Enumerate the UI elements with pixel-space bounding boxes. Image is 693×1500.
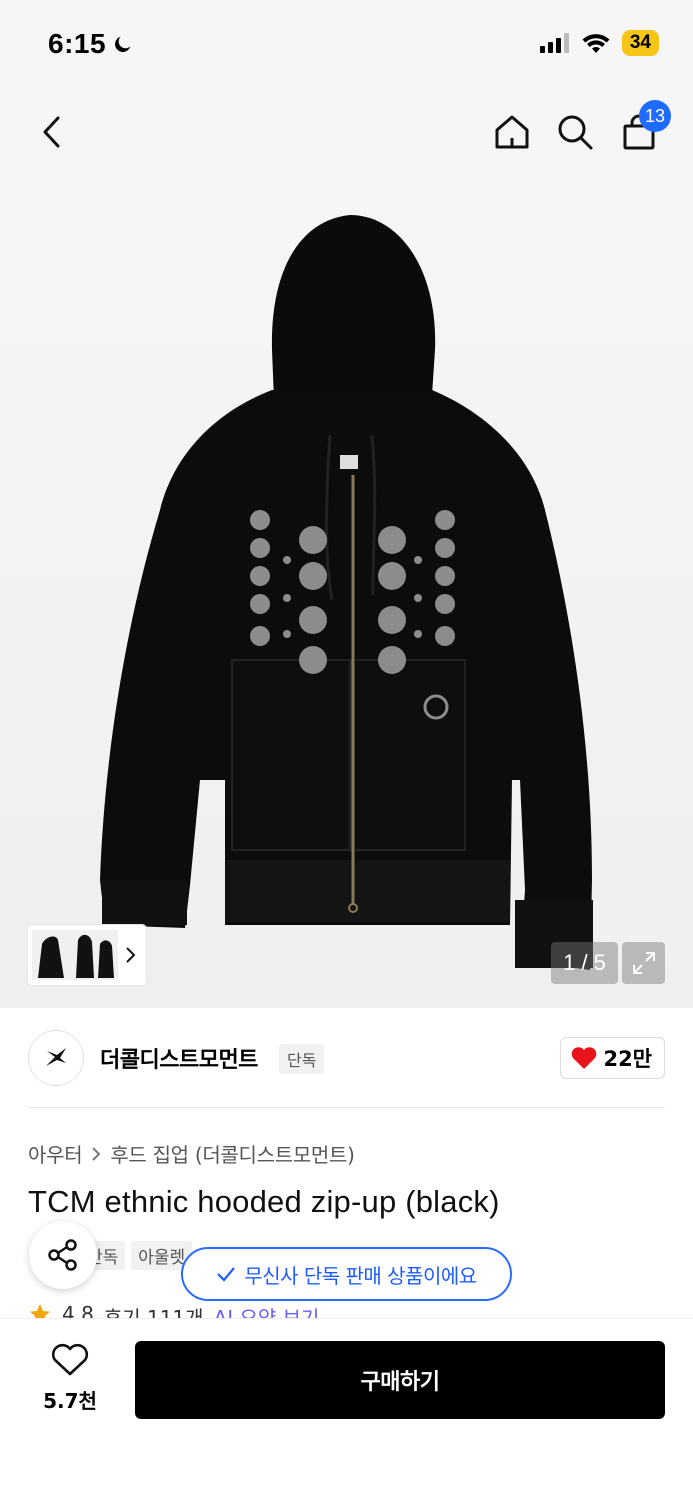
heart-filled-icon <box>572 1047 597 1069</box>
brand-like-button[interactable]: 22만 <box>560 1037 665 1079</box>
thumbnail-illustration <box>38 934 114 978</box>
check-icon <box>217 1267 236 1282</box>
expand-button[interactable] <box>622 942 665 984</box>
chevron-right-icon <box>126 947 136 963</box>
image-counter: 1 / 5 <box>551 942 618 984</box>
toast-message: 무신사 단독 판매 상품이에요 <box>244 1263 477 1288</box>
back-button[interactable] <box>30 110 74 154</box>
signal-icon <box>539 33 569 53</box>
search-button[interactable] <box>551 108 599 156</box>
product-image[interactable] <box>0 180 693 1008</box>
search-icon <box>558 115 593 150</box>
wishlist-button[interactable]: 5.7천 <box>30 1343 110 1414</box>
wifi-icon <box>582 34 610 53</box>
chevron-right-icon <box>92 1146 101 1161</box>
thumbnail-image[interactable] <box>32 930 118 980</box>
battery-indicator: 34 <box>621 30 659 56</box>
breadcrumb-subcategory[interactable]: 후드 집업 (더콜디스트모먼트) <box>110 1139 355 1168</box>
bottom-action-bar: 5.7천 구매하기 <box>0 1318 693 1500</box>
buy-button[interactable]: 구매하기 <box>135 1341 665 1419</box>
exclusive-tag: 단독 <box>279 1044 325 1074</box>
share-button[interactable] <box>29 1221 97 1289</box>
exclusive-toast: 무신사 단독 판매 상품이에요 <box>181 1247 512 1301</box>
wishlist-count: 5.7천 <box>43 1389 97 1413</box>
moon-icon <box>115 36 131 52</box>
thumbnail-strip[interactable] <box>28 925 146 985</box>
status-bar: 6:15 34 <box>0 0 693 90</box>
cart-button[interactable]: 13 <box>615 100 671 156</box>
status-time: 6:15 <box>48 28 134 60</box>
breadcrumb-category[interactable]: 아우터 <box>28 1139 83 1168</box>
share-icon <box>48 1239 77 1271</box>
brand-name[interactable]: 더콜디스트모먼트 <box>100 1042 258 1074</box>
top-nav: 13 <box>0 90 693 180</box>
clock-text: 6:15 <box>48 28 107 59</box>
home-button[interactable] <box>488 108 536 156</box>
star-logo-icon <box>46 1048 66 1066</box>
heart-outline-icon <box>51 1343 89 1376</box>
product-title: TCM ethnic hooded zip-up (black) <box>28 1184 500 1219</box>
brand-logo[interactable] <box>28 1030 84 1086</box>
status-indicators: 34 <box>539 30 659 56</box>
cart-count-badge: 13 <box>638 100 671 132</box>
chevron-left-icon <box>43 116 60 148</box>
breadcrumb: 아우터 후드 집업 (더콜디스트모먼트) <box>28 1139 355 1168</box>
divider <box>28 1107 665 1108</box>
brand-like-count: 22만 <box>603 1047 652 1071</box>
home-icon <box>495 115 529 149</box>
hoodie-illustration <box>100 215 593 970</box>
expand-icon <box>632 952 655 974</box>
brand-row: 더콜디스트모먼트 단독 22만 <box>28 1030 665 1086</box>
